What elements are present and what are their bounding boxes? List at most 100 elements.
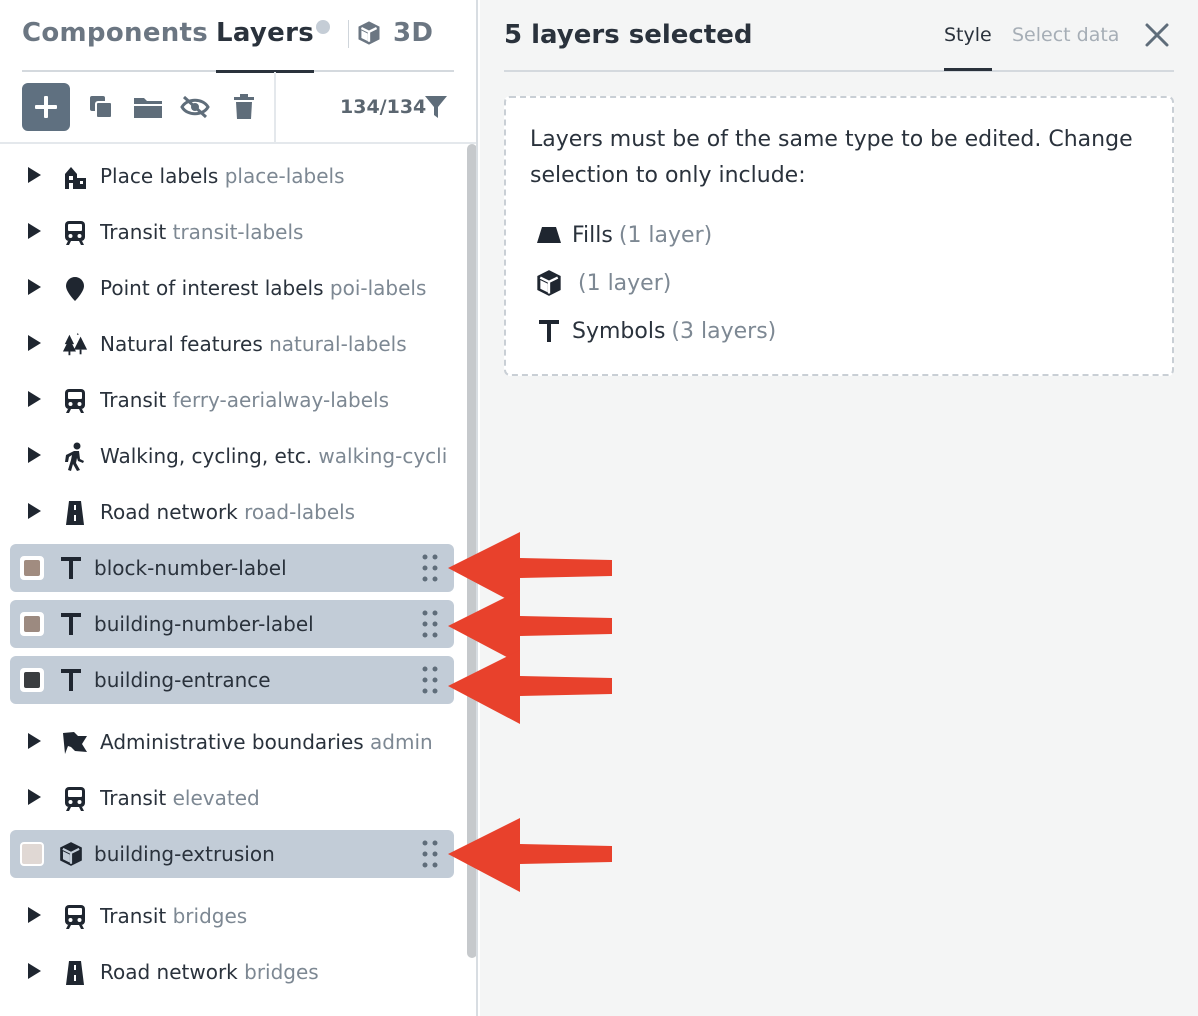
duplicate-icon <box>90 96 113 119</box>
close-button[interactable] <box>1144 22 1170 52</box>
expand-caret-icon[interactable] <box>28 447 41 463</box>
notice-message: Layers must be of the same type to be ed… <box>530 127 1133 188</box>
expand-caret-icon[interactable] <box>28 789 41 805</box>
place-labels-icon <box>62 164 88 190</box>
layer-group-label: Walking, cycling, etc. walking-cycling-l… <box>100 444 448 468</box>
expand-caret-icon[interactable] <box>28 335 41 351</box>
option-count: (3 layers) <box>671 318 777 344</box>
expand-caret-icon[interactable] <box>28 223 41 239</box>
option-count: (1 layer) <box>578 270 672 296</box>
filter-button[interactable] <box>424 94 448 124</box>
expand-caret-icon[interactable] <box>28 733 41 749</box>
layer-group-label: Transit transit-labels <box>100 220 304 244</box>
select-fills-option[interactable]: Fills (1 layer) <box>534 220 712 250</box>
layer-group-row[interactable]: Transit bridges <box>0 888 460 944</box>
layer-group-label: Transit ferry-aerialway-labels <box>100 388 390 412</box>
tab-3d[interactable]: 3D <box>355 18 433 48</box>
annotation-arrow <box>448 818 612 892</box>
layer-name: building-number-label <box>94 612 314 636</box>
expand-caret-icon[interactable] <box>28 391 41 407</box>
notification-dot <box>316 20 330 34</box>
layer-group-row[interactable]: Natural features natural-labels <box>0 316 460 372</box>
layer-name: building-extrusion <box>94 842 275 866</box>
tab-style[interactable]: Style <box>944 24 992 71</box>
layer-count: 134/134 <box>340 96 427 118</box>
swatch-color <box>24 616 40 632</box>
walking-icon <box>62 442 88 471</box>
toggle-visibility-button[interactable] <box>180 92 210 122</box>
layers-panel: Components Layers 3D 134/134 Place label… <box>0 0 478 1016</box>
trash-icon <box>234 94 254 119</box>
layer-group-label: Administrative boundaries admin <box>100 730 433 754</box>
road-icon <box>62 500 88 526</box>
expand-caret-icon[interactable] <box>28 503 41 519</box>
layer-group-row[interactable]: Transit transit-labels <box>0 204 460 260</box>
drag-handle-icon[interactable] <box>422 840 438 868</box>
layer-group-row[interactable]: Administrative boundaries admin <box>0 714 460 770</box>
drag-handle-icon[interactable] <box>422 554 438 582</box>
layer-group-row[interactable]: Walking, cycling, etc. walking-cycling-l… <box>0 428 460 484</box>
eye-hidden-icon <box>180 95 210 119</box>
selected-layer-row[interactable]: block-number-label <box>10 544 454 592</box>
layer-image-swatch[interactable] <box>20 668 44 692</box>
tab-layers[interactable]: Layers <box>216 18 330 73</box>
tab-style-label: Style <box>944 24 992 46</box>
layer-group-label: Road network road-labels <box>100 500 356 524</box>
add-layer-button[interactable] <box>22 83 70 131</box>
cube-icon <box>58 841 84 867</box>
expand-caret-icon[interactable] <box>28 167 41 183</box>
flag-icon <box>62 730 88 756</box>
plus-icon <box>35 96 57 118</box>
duplicate-button[interactable] <box>86 92 116 122</box>
layer-group-row[interactable]: Road network road-labels <box>0 484 460 540</box>
option-count: (1 layer) <box>618 222 713 248</box>
layer-group-label: Point of interest labels poi-labels <box>100 276 427 300</box>
layer-group-label: Natural features natural-labels <box>100 332 407 356</box>
transit-icon <box>62 388 88 414</box>
layer-group-row[interactable]: Transit ferry-aerialway-labels <box>0 372 460 428</box>
text-symbol-icon <box>534 316 564 346</box>
layer-group-label: Transit elevated <box>100 786 260 810</box>
tab-divider <box>348 20 349 48</box>
delete-button[interactable] <box>229 92 259 122</box>
selection-title: 5 layers selected <box>504 20 753 50</box>
layer-name: building-entrance <box>94 668 271 692</box>
layer-group-label: Road network bridges <box>100 960 319 984</box>
swatch-color <box>24 560 40 576</box>
group-folder-button[interactable] <box>133 92 163 122</box>
filter-icon <box>425 96 447 118</box>
option-label: Fills <box>572 222 613 248</box>
tab-components[interactable]: Components <box>22 18 208 48</box>
option-label: Symbols <box>572 318 666 344</box>
drag-handle-icon[interactable] <box>422 666 438 694</box>
transit-icon <box>62 786 88 812</box>
select-symbols-option[interactable]: Symbols (3 layers) <box>534 316 776 346</box>
fill-icon <box>534 220 564 250</box>
selected-layer-row[interactable]: building-number-label <box>10 600 454 648</box>
cube-icon <box>534 268 564 298</box>
layer-color-swatch[interactable] <box>20 612 44 636</box>
layer-toolbar: 134/134 <box>0 72 476 144</box>
layer-group-row[interactable]: Road network bridges <box>0 944 460 1000</box>
expand-caret-icon[interactable] <box>28 963 41 979</box>
expand-caret-icon[interactable] <box>28 907 41 923</box>
toolbar-divider <box>274 72 276 144</box>
layer-group-row[interactable]: Transit elevated <box>0 770 460 826</box>
tab-select-data[interactable]: Select data <box>1012 24 1119 46</box>
text-symbol-icon <box>58 667 84 693</box>
active-tab-indicator <box>944 68 992 71</box>
layer-name: block-number-label <box>94 556 287 580</box>
select-extrusion-option[interactable]: (1 layer) <box>534 268 671 298</box>
tab-layers-label: Layers <box>216 18 314 48</box>
layer-group-row[interactable]: Point of interest labels poi-labels <box>0 260 460 316</box>
layer-color-swatch[interactable] <box>20 842 44 866</box>
expand-caret-icon[interactable] <box>28 279 41 295</box>
layer-group-row[interactable]: Place labels place-labels <box>0 148 460 204</box>
drag-handle-icon[interactable] <box>422 610 438 638</box>
layer-color-swatch[interactable] <box>20 556 44 580</box>
selected-layer-row[interactable]: building-entrance <box>10 656 454 704</box>
annotation-arrow <box>448 650 612 724</box>
selected-layer-row[interactable]: building-extrusion <box>10 830 454 878</box>
layer-group-label: Transit bridges <box>100 904 248 928</box>
map-pin-icon <box>62 276 88 302</box>
